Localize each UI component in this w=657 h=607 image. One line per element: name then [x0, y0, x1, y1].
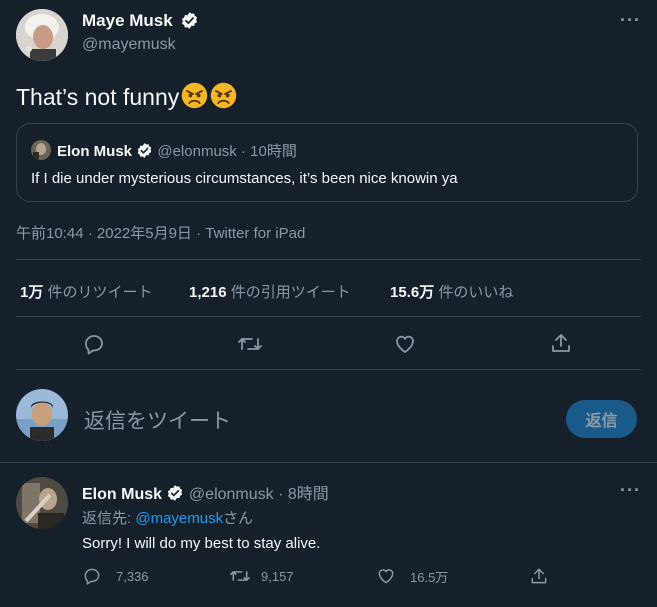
- retweets-label: 件のリツイート: [47, 284, 153, 301]
- author-handle[interactable]: @mayemusk: [82, 36, 176, 54]
- reply-author-avatar[interactable]: [16, 477, 68, 529]
- author-name-row: Maye Musk: [82, 11, 199, 31]
- divider: [0, 462, 657, 463]
- reply-text: Sorry! I will do my best to stay alive.: [82, 535, 321, 552]
- verified-badge-icon: [168, 485, 183, 502]
- retweet-icon[interactable]: [237, 332, 263, 361]
- reply-like-action[interactable]: 16.5万: [376, 566, 448, 586]
- quoted-avatar: [31, 140, 51, 160]
- reply-author-name[interactable]: Elon Musk: [82, 486, 162, 503]
- quotes-count: 1,216: [189, 284, 227, 301]
- angry-face-icon: [211, 82, 237, 109]
- divider: [16, 369, 641, 370]
- quoted-text: If I die under mysterious circumstances,…: [31, 170, 458, 187]
- reply-button-label: 返信: [585, 413, 618, 430]
- quoted-author-name: Elon Musk: [57, 143, 133, 160]
- reply-count: 7,336: [116, 568, 149, 584]
- reply-author-handle[interactable]: @elonmusk: [189, 486, 274, 503]
- replying-to: 返信先: @mayemuskさん: [82, 507, 253, 528]
- retweets-stat[interactable]: 1万 件のリツイート: [20, 281, 153, 302]
- divider: [16, 259, 641, 260]
- likes-count: 15.6万: [390, 284, 435, 301]
- reply-button[interactable]: 返信: [566, 400, 637, 438]
- divider: [16, 316, 641, 317]
- like-count: 16.5万: [410, 569, 449, 585]
- retweet-icon: [230, 571, 250, 581]
- reply-input[interactable]: 返信をツイート: [84, 405, 231, 435]
- user-avatar[interactable]: [16, 389, 68, 441]
- like-icon: [378, 569, 394, 584]
- verified-badge-icon: [137, 143, 152, 158]
- tweet-text: That’s not funny: [16, 84, 180, 110]
- quoted-author-handle: @elonmusk: [157, 143, 237, 160]
- retweets-count: 1万: [20, 284, 44, 301]
- tweet-text-row: That’s not funny: [16, 82, 237, 111]
- angry-face-icon: [182, 82, 208, 109]
- reply-time[interactable]: · 8時間: [278, 486, 329, 503]
- reply-icon: [84, 568, 100, 585]
- reply-icon[interactable]: [82, 332, 106, 361]
- quoted-header: Elon Musk @elonmusk · 10時間: [57, 140, 297, 161]
- reply-more-options-icon[interactable]: ···: [620, 480, 641, 501]
- reply-reply-action[interactable]: 7,336: [82, 566, 149, 586]
- verified-badge-icon: [182, 11, 198, 29]
- author-avatar[interactable]: [16, 9, 68, 61]
- replying-to-suffix: さん: [223, 510, 254, 527]
- author-name[interactable]: Maye Musk: [82, 11, 173, 30]
- quotes-stat[interactable]: 1,216 件の引用ツイート: [189, 281, 351, 302]
- reply-retweet-action[interactable]: 9,157: [229, 566, 294, 586]
- likes-stat[interactable]: 15.6万 件のいいね: [390, 281, 513, 302]
- quotes-label: 件の引用ツイート: [230, 284, 351, 301]
- retweet-count: 9,157: [261, 568, 294, 584]
- more-options-icon[interactable]: ···: [620, 10, 641, 31]
- quoted-tweet[interactable]: Elon Musk @elonmusk · 10時間 If I die unde…: [16, 123, 638, 202]
- replying-to-prefix: 返信先:: [82, 510, 136, 527]
- share-icon[interactable]: [549, 331, 573, 360]
- reply-header: Elon Musk @elonmusk · 8時間: [82, 480, 329, 504]
- likes-label: 件のいいね: [438, 284, 514, 301]
- tweet-meta[interactable]: 午前10:44 · 2022年5月9日 · Twitter for iPad: [16, 222, 305, 243]
- reply-share-icon[interactable]: [529, 566, 549, 591]
- replying-to-handle[interactable]: @mayemusk: [135, 510, 223, 527]
- quoted-time: · 10時間: [240, 143, 297, 160]
- like-icon[interactable]: [393, 332, 417, 361]
